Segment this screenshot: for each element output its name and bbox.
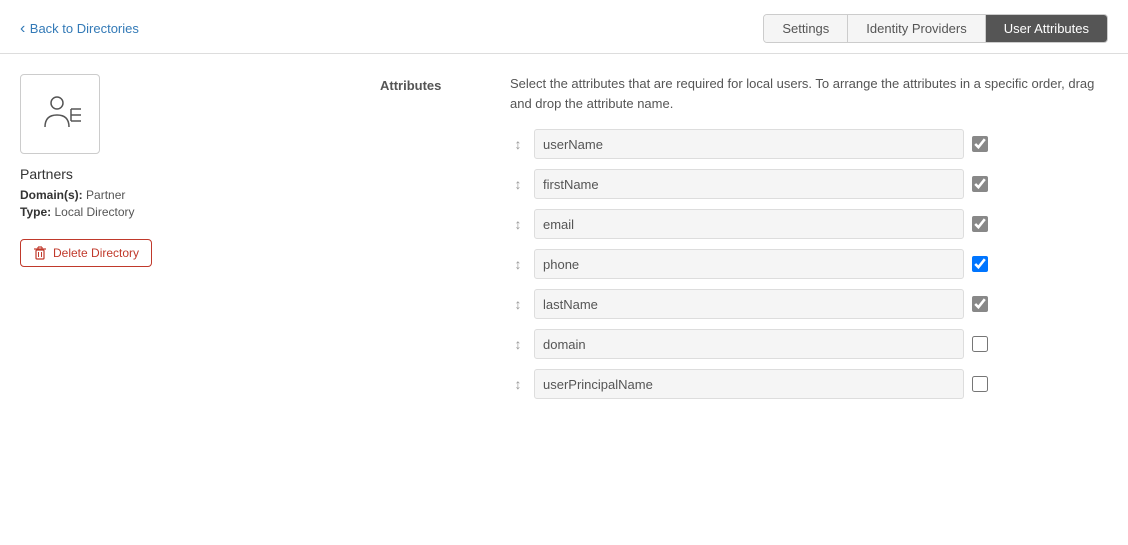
tab-user-attributes[interactable]: User Attributes [986, 15, 1107, 42]
drag-handle-icon[interactable]: ↕ [510, 136, 526, 152]
attribute-field: domain [534, 329, 964, 359]
attribute-field: email [534, 209, 964, 239]
attribute-checkbox[interactable] [972, 336, 988, 352]
attribute-field: lastName [534, 289, 964, 319]
attributes-section: Attributes Select the attributes that ar… [380, 74, 1108, 409]
drag-handle-icon[interactable]: ↕ [510, 296, 526, 312]
attribute-row: ↕ userPrincipalName [510, 369, 1108, 399]
main-content: Partners Domain(s): Partner Type: Local … [0, 54, 1128, 429]
drag-handle-icon[interactable]: ↕ [510, 376, 526, 392]
drag-handle-icon[interactable]: ↕ [510, 336, 526, 352]
attributes-content: Attributes Select the attributes that ar… [220, 74, 1108, 409]
attribute-row: ↕ phone [510, 249, 1108, 279]
attributes-label: Attributes [380, 74, 480, 409]
attribute-checkbox[interactable] [972, 216, 988, 232]
attribute-field: userPrincipalName [534, 369, 964, 399]
attribute-field: phone [534, 249, 964, 279]
attribute-checkbox[interactable] [972, 296, 988, 312]
attribute-checkbox[interactable] [972, 256, 988, 272]
sidebar: Partners Domain(s): Partner Type: Local … [20, 74, 220, 409]
drag-handle-icon[interactable]: ↕ [510, 256, 526, 272]
attribute-row: ↕ domain [510, 329, 1108, 359]
drag-handle-icon[interactable]: ↕ [510, 176, 526, 192]
attributes-body: Select the attributes that are required … [510, 74, 1108, 409]
header: Back to Directories Settings Identity Pr… [0, 0, 1128, 54]
attribute-row: ↕ userName [510, 129, 1108, 159]
directory-name: Partners [20, 166, 220, 182]
trash-icon [33, 246, 47, 260]
delete-directory-button[interactable]: Delete Directory [20, 239, 152, 267]
tab-identity-providers[interactable]: Identity Providers [848, 15, 985, 42]
directory-domain: Domain(s): Partner [20, 188, 220, 202]
attribute-field: firstName [534, 169, 964, 199]
back-to-directories-link[interactable]: Back to Directories [20, 21, 139, 37]
attribute-row: ↕ lastName [510, 289, 1108, 319]
attributes-description: Select the attributes that are required … [510, 74, 1108, 113]
attribute-checkbox[interactable] [972, 176, 988, 192]
drag-handle-icon[interactable]: ↕ [510, 216, 526, 232]
directory-type: Type: Local Directory [20, 205, 220, 219]
attribute-row: ↕ email [510, 209, 1108, 239]
directory-svg-icon [35, 89, 85, 139]
tab-settings[interactable]: Settings [764, 15, 848, 42]
tab-group: Settings Identity Providers User Attribu… [763, 14, 1108, 43]
attribute-row: ↕ firstName [510, 169, 1108, 199]
attribute-field: userName [534, 129, 964, 159]
attribute-rows-container: ↕ userName ↕ firstName ↕ email ↕ phone ↕ lastName… [510, 129, 1108, 399]
attribute-checkbox[interactable] [972, 376, 988, 392]
attribute-checkbox[interactable] [972, 136, 988, 152]
directory-icon [20, 74, 100, 154]
